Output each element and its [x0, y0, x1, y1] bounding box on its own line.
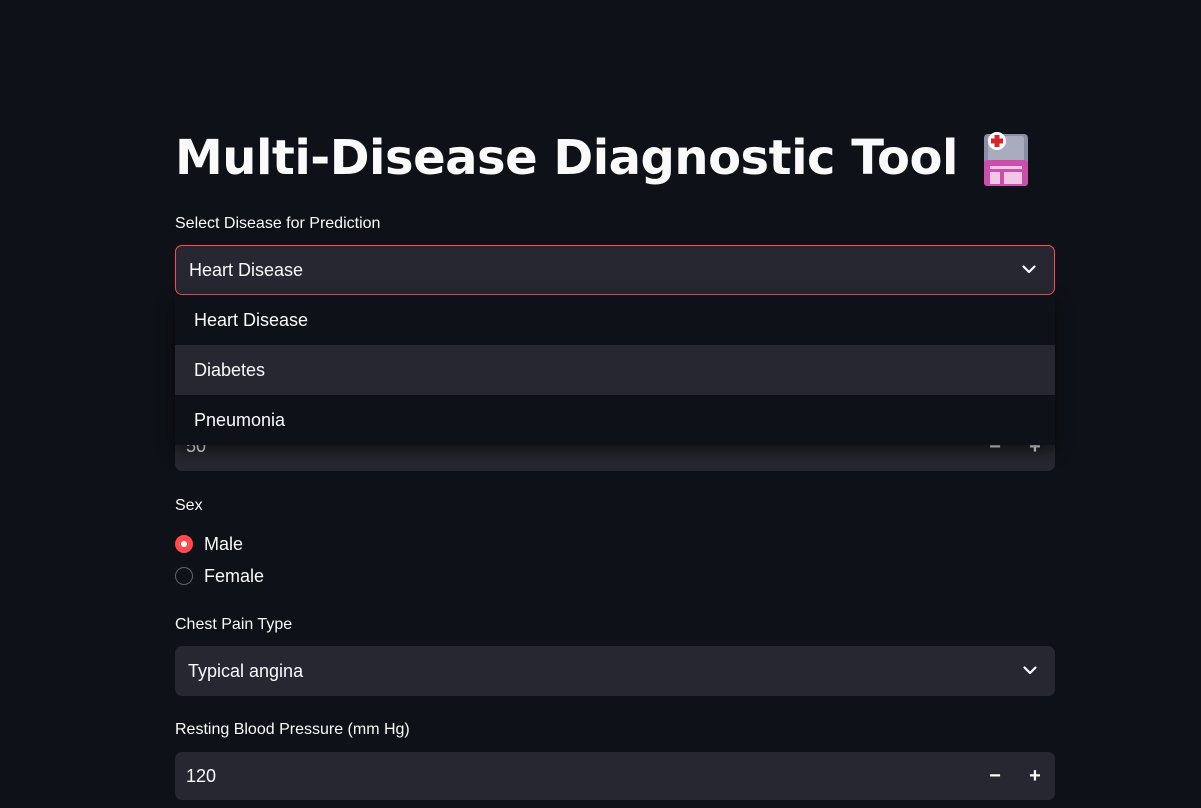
resting-bp-increment-button[interactable]: + — [1015, 752, 1055, 800]
sex-label: Sex — [175, 497, 203, 514]
chevron-down-icon — [1022, 265, 1036, 274]
plus-icon: + — [1029, 764, 1041, 787]
radio-unchecked-icon — [175, 567, 193, 585]
radio-female-label: Female — [204, 565, 265, 586]
disease-select[interactable]: Heart Disease — [175, 245, 1055, 295]
resting-bp-input[interactable]: 120 − + — [175, 752, 1055, 800]
radio-checked-icon — [175, 535, 193, 553]
hospital-clipboard-icon — [980, 130, 1032, 186]
page-title: Multi-Disease Diagnostic Tool — [175, 130, 958, 186]
resting-bp-decrement-button[interactable]: − — [975, 752, 1015, 800]
dropdown-option-heart-disease[interactable]: Heart Disease — [175, 295, 1055, 345]
title-row: Multi-Disease Diagnostic Tool — [175, 126, 1032, 190]
resting-bp-value: 120 — [186, 765, 217, 786]
dropdown-option-pneumonia[interactable]: Pneumonia — [175, 395, 1055, 445]
chest-pain-label: Chest Pain Type — [175, 616, 293, 633]
radio-male-label: Male — [204, 533, 244, 554]
chest-pain-select[interactable]: Typical angina — [175, 646, 1055, 696]
resting-bp-label: Resting Blood Pressure (mm Hg) — [175, 721, 410, 738]
disease-dropdown-menu: Heart Disease Diabetes Pneumonia — [175, 295, 1055, 445]
disease-select-value: Heart Disease — [189, 259, 304, 280]
radio-male[interactable]: Male — [175, 532, 243, 556]
radio-female[interactable]: Female — [175, 564, 264, 588]
chevron-down-icon — [1023, 666, 1037, 675]
minus-icon: − — [989, 764, 1001, 787]
disease-select-label: Select Disease for Prediction — [175, 215, 381, 232]
dropdown-option-diabetes[interactable]: Diabetes — [175, 345, 1055, 395]
chest-pain-value: Typical angina — [188, 660, 304, 681]
